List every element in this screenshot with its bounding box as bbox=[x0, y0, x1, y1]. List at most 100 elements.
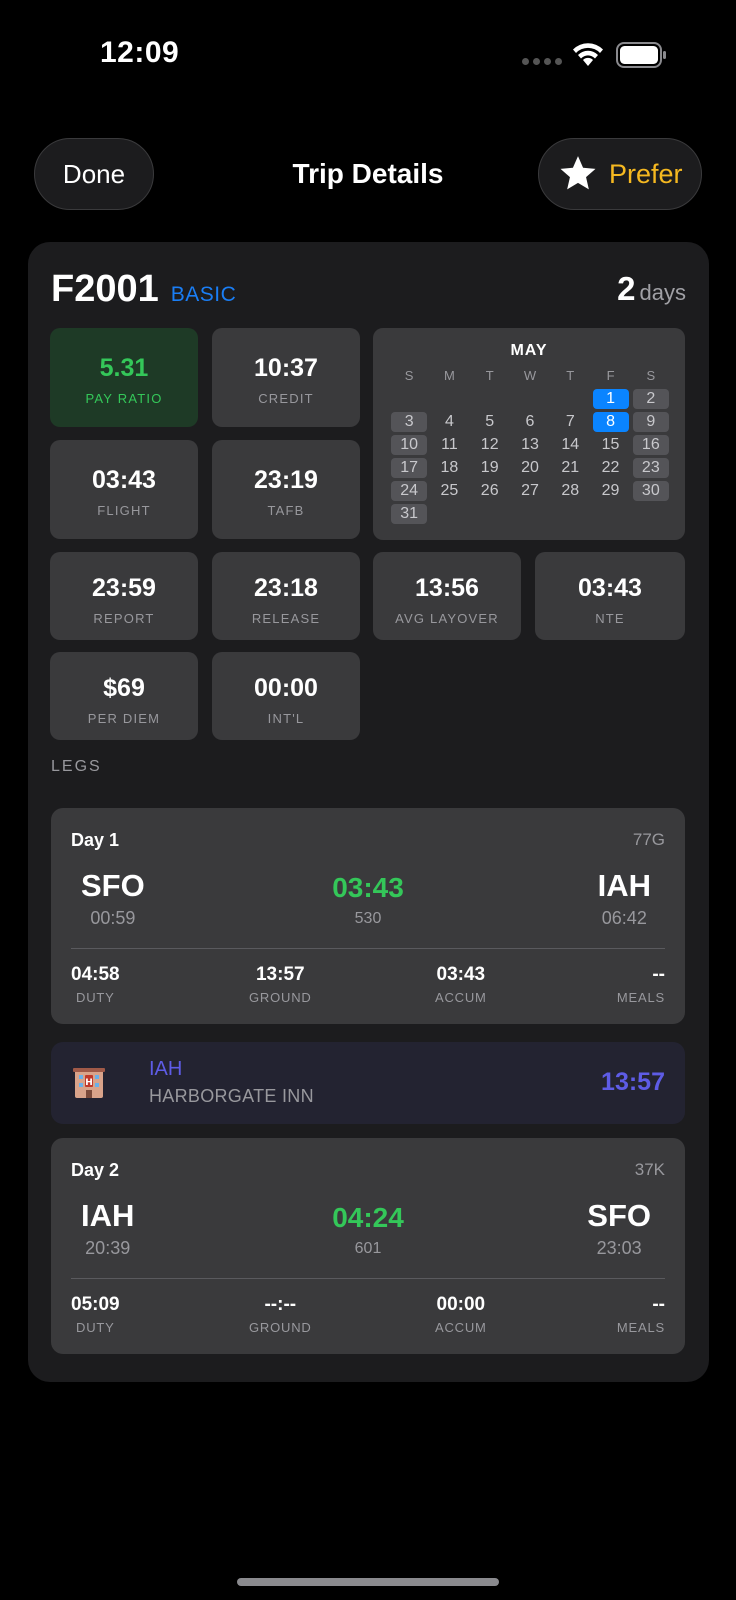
calendar-day-label bbox=[552, 389, 588, 409]
calendar-day[interactable]: 18 bbox=[429, 458, 469, 481]
hotel-name: HARBORGATE INN bbox=[149, 1086, 314, 1106]
stat-value: 05:09 bbox=[71, 1294, 120, 1315]
arr-time: 23:03 bbox=[596, 1238, 642, 1258]
calendar-day[interactable]: 13 bbox=[510, 435, 550, 458]
stat-flight: 03:43 FLIGHT bbox=[50, 440, 198, 539]
arr-code: SFO bbox=[587, 1198, 651, 1233]
stat-label: TAFB bbox=[267, 503, 305, 518]
calendar-day-label bbox=[472, 389, 508, 409]
leg-day: Day 2 bbox=[71, 1160, 120, 1180]
calendar-day-label bbox=[512, 504, 548, 524]
calendar-day[interactable]: 29 bbox=[590, 481, 630, 504]
calendar-day-label: 24 bbox=[391, 481, 428, 501]
calendar-day[interactable]: 9 bbox=[631, 412, 671, 435]
stat-value: $69 bbox=[103, 674, 145, 702]
calendar-day[interactable]: 8 bbox=[590, 412, 630, 435]
calendar-day[interactable]: 24 bbox=[389, 481, 429, 504]
divider bbox=[71, 948, 665, 949]
calendar-day-label: 2 bbox=[632, 389, 669, 409]
calendar-day[interactable]: 5 bbox=[470, 412, 510, 435]
calendar-empty bbox=[470, 504, 510, 527]
calendar-empty bbox=[550, 504, 590, 527]
calendar-day[interactable]: 28 bbox=[550, 481, 590, 504]
calendar-day-label: 21 bbox=[561, 459, 580, 476]
calendar-day[interactable]: 15 bbox=[590, 435, 630, 458]
layover-hotel[interactable]: H IAH HARBORGATE INN 13:57 bbox=[51, 1042, 685, 1124]
stat-value: -- bbox=[652, 964, 665, 985]
calendar-day-label: 17 bbox=[391, 458, 428, 478]
calendar-day[interactable]: 3 bbox=[389, 412, 429, 435]
leg-card[interactable]: Day 2 37K IAH 20:39 04:24 601 SFO 23:03 … bbox=[51, 1138, 685, 1354]
calendar-day[interactable]: 4 bbox=[429, 412, 469, 435]
stat-value: 13:57 bbox=[255, 964, 305, 985]
trip-calendar: MAY S M T W T F S 1 2 3 4 5 6 7 8 9 10 11 12 13 14 15 16 17 18 19… bbox=[373, 328, 685, 540]
calendar-day[interactable]: 14 bbox=[550, 435, 590, 458]
calendar-day-label: 10 bbox=[391, 435, 428, 455]
stat-value: 03:43 bbox=[436, 964, 486, 985]
calendar-day[interactable]: 22 bbox=[590, 458, 630, 481]
trip-header: F2001 BASIC 2 days bbox=[51, 268, 686, 318]
calendar-day[interactable]: 7 bbox=[550, 412, 590, 435]
calendar-day[interactable]: 16 bbox=[631, 435, 671, 458]
calendar-day[interactable]: 1 bbox=[590, 389, 630, 412]
calendar-day[interactable]: 25 bbox=[429, 481, 469, 504]
calendar-grid: S M T W T F S 1 2 3 4 5 6 7 8 9 10 11 12 13 14 15 16 17 18 19 20 21… bbox=[389, 366, 671, 527]
prefer-label: Prefer bbox=[609, 158, 683, 189]
calendar-day[interactable]: 21 bbox=[550, 458, 590, 481]
calendar-day-label: 5 bbox=[485, 413, 495, 430]
calendar-day[interactable]: 10 bbox=[389, 435, 429, 458]
stat-label: DUTY bbox=[76, 990, 115, 1005]
calendar-day-label: 13 bbox=[521, 436, 539, 453]
stat-value: 23:18 bbox=[254, 574, 318, 602]
days-count: 2 bbox=[617, 270, 636, 307]
calendar-day-label: 26 bbox=[480, 482, 499, 499]
stat-label: GROUND bbox=[249, 990, 312, 1005]
leg-ground: --:-- GROUND bbox=[249, 1294, 312, 1335]
calendar-empty bbox=[389, 389, 429, 412]
stat-value: 04:58 bbox=[71, 964, 120, 985]
stat-label: MEALS bbox=[616, 1320, 665, 1335]
stat-label: PAY RATIO bbox=[85, 391, 163, 406]
layover-time: 13:57 bbox=[601, 1068, 665, 1096]
arr-time: 06:42 bbox=[601, 908, 647, 928]
calendar-day[interactable]: 20 bbox=[510, 458, 550, 481]
calendar-day[interactable]: 17 bbox=[389, 458, 429, 481]
layover-code: IAH bbox=[149, 1058, 183, 1080]
stat-per-diem: $69 PER DIEM bbox=[50, 652, 198, 740]
calendar-day[interactable]: 27 bbox=[510, 481, 550, 504]
calendar-day[interactable]: 30 bbox=[631, 481, 671, 504]
stat-report: 23:59 REPORT bbox=[50, 552, 198, 640]
calendar-row: 24 25 26 27 28 29 30 bbox=[389, 481, 671, 504]
calendar-day[interactable]: 23 bbox=[631, 458, 671, 481]
leg-equipment: 77G bbox=[632, 830, 665, 849]
stat-label: AVG LAYOVER bbox=[395, 611, 499, 626]
calendar-day[interactable]: 12 bbox=[470, 435, 510, 458]
stat-avg-layover: 13:56 AVG LAYOVER bbox=[373, 552, 521, 640]
calendar-day-label: 3 bbox=[391, 412, 428, 432]
calendar-day-label: 27 bbox=[521, 482, 539, 499]
prefer-button[interactable]: Prefer bbox=[538, 138, 702, 210]
calendar-day-label bbox=[472, 504, 508, 524]
calendar-day[interactable]: 11 bbox=[429, 435, 469, 458]
calendar-day-label: 30 bbox=[632, 481, 669, 501]
leg-accum: 00:00 ACCUM bbox=[435, 1294, 487, 1335]
calendar-day[interactable]: 19 bbox=[470, 458, 510, 481]
calendar-day[interactable]: 2 bbox=[631, 389, 671, 412]
calendar-day-label: 31 bbox=[391, 504, 428, 524]
calendar-empty bbox=[550, 389, 590, 412]
divider bbox=[71, 1278, 665, 1279]
calendar-day[interactable]: 6 bbox=[510, 412, 550, 435]
leg-card[interactable]: Day 1 77G SFO 00:59 03:43 530 IAH 06:42 … bbox=[51, 808, 685, 1024]
svg-text:H: H bbox=[85, 1078, 93, 1088]
calendar-empty bbox=[470, 389, 510, 412]
calendar-day[interactable]: 31 bbox=[389, 504, 429, 527]
stat-label: PER DIEM bbox=[87, 711, 161, 726]
leg-meals: -- MEALS bbox=[617, 1294, 665, 1335]
calendar-row: 17 18 19 20 21 22 23 bbox=[389, 458, 671, 481]
calendar-row: 31 bbox=[389, 504, 671, 527]
calendar-day[interactable]: 26 bbox=[470, 481, 510, 504]
status-time: 12:09 bbox=[100, 36, 180, 69]
trip-type-badge: BASIC bbox=[170, 283, 237, 306]
home-indicator[interactable] bbox=[237, 1578, 499, 1586]
arr-code: IAH bbox=[597, 868, 651, 903]
